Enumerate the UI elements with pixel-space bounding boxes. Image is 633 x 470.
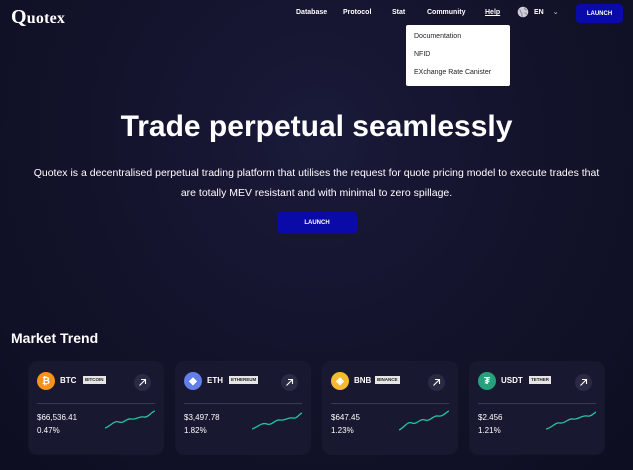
coin-change: 0.47%	[37, 426, 60, 435]
hero-subtitle-line-2: are totally MEV resistant and with minim…	[180, 187, 453, 199]
menu-item-exchange-rate-canister[interactable]: EXchange Rate Canister	[406, 68, 510, 86]
open-arrow-button[interactable]	[428, 374, 445, 391]
coin-symbol: BNB	[354, 376, 372, 385]
chevron-down-icon: ⌄	[552, 9, 559, 16]
arrow-up-right-icon	[433, 378, 441, 386]
coin-symbol: USDT	[501, 376, 523, 385]
coin-price: $66,536.41	[37, 413, 78, 422]
launch-button-hero[interactable]: LAUNCH	[277, 212, 357, 233]
arrow-up-right-icon	[286, 378, 294, 386]
language-label: EN	[534, 8, 544, 16]
hero-title: Trade perpetual seamlessly	[120, 110, 513, 143]
language-selector[interactable]: EN ⌄	[517, 6, 559, 18]
coin-price: $2.456	[478, 413, 503, 422]
sparkline-chart	[399, 410, 449, 431]
nav-stat[interactable]: Stat	[392, 9, 405, 16]
market-trend-title: Market Trend	[11, 330, 99, 346]
hero-subtitle-line-1: Quotex is a decentralised perpetual trad…	[33, 167, 600, 179]
launch-button-header[interactable]: LAUNCH	[576, 4, 623, 23]
coin-symbol: BTC	[60, 376, 77, 385]
ethereum-icon: ◆	[184, 372, 202, 390]
coin-name-tag: TETHER	[529, 376, 551, 384]
sparkline-chart	[252, 412, 302, 430]
brand-logo[interactable]: Quotex	[11, 6, 65, 29]
nav-database[interactable]: Database	[296, 9, 327, 16]
coin-name-tag: ETHEREUM	[229, 376, 259, 384]
coin-symbol: ETH	[207, 376, 223, 385]
market-card-eth[interactable]: ◆ ETH ETHEREUM $3,497.78 1.82%	[176, 362, 310, 454]
card-divider	[331, 403, 449, 404]
menu-item-nfid[interactable]: NFID	[406, 50, 510, 68]
arrow-up-right-icon	[139, 378, 147, 386]
coin-change: 1.23%	[331, 426, 354, 435]
globe-icon	[517, 6, 529, 18]
sparkline-chart	[105, 410, 155, 429]
market-card-btc[interactable]: ₿ BTC BITCOIN $66,536.41 0.47%	[29, 362, 163, 454]
binance-icon: ◈	[331, 372, 349, 390]
market-card-bnb[interactable]: ◈ BNB BINANCE $647.45 1.23%	[323, 362, 457, 454]
coin-price: $3,497.78	[184, 413, 220, 422]
open-arrow-button[interactable]	[134, 374, 151, 391]
open-arrow-button[interactable]	[575, 374, 592, 391]
card-divider	[37, 403, 155, 404]
open-arrow-button[interactable]	[281, 374, 298, 391]
coin-change: 1.21%	[478, 426, 501, 435]
arrow-up-right-icon	[580, 378, 588, 386]
sparkline-chart	[546, 411, 596, 430]
menu-item-documentation[interactable]: Documentation	[406, 32, 510, 50]
help-dropdown-menu: Documentation NFID EXchange Rate Caniste…	[406, 25, 510, 86]
card-divider	[478, 403, 596, 404]
tether-icon: ₮	[478, 372, 496, 390]
coin-change: 1.82%	[184, 426, 207, 435]
nav-help[interactable]: Help	[485, 9, 500, 16]
coin-name-tag: BITCOIN	[83, 376, 106, 384]
coin-name-tag: BINANCE	[375, 376, 400, 384]
card-divider	[184, 403, 302, 404]
bitcoin-icon: ₿	[37, 372, 55, 390]
nav-protocol[interactable]: Protocol	[343, 9, 371, 16]
market-card-usdt[interactable]: ₮ USDT TETHER $2.456 1.21%	[470, 362, 604, 454]
hero-subtitle: Quotex is a decentralised perpetual trad…	[14, 163, 619, 203]
nav-community[interactable]: Community	[427, 9, 466, 16]
coin-price: $647.45	[331, 413, 360, 422]
